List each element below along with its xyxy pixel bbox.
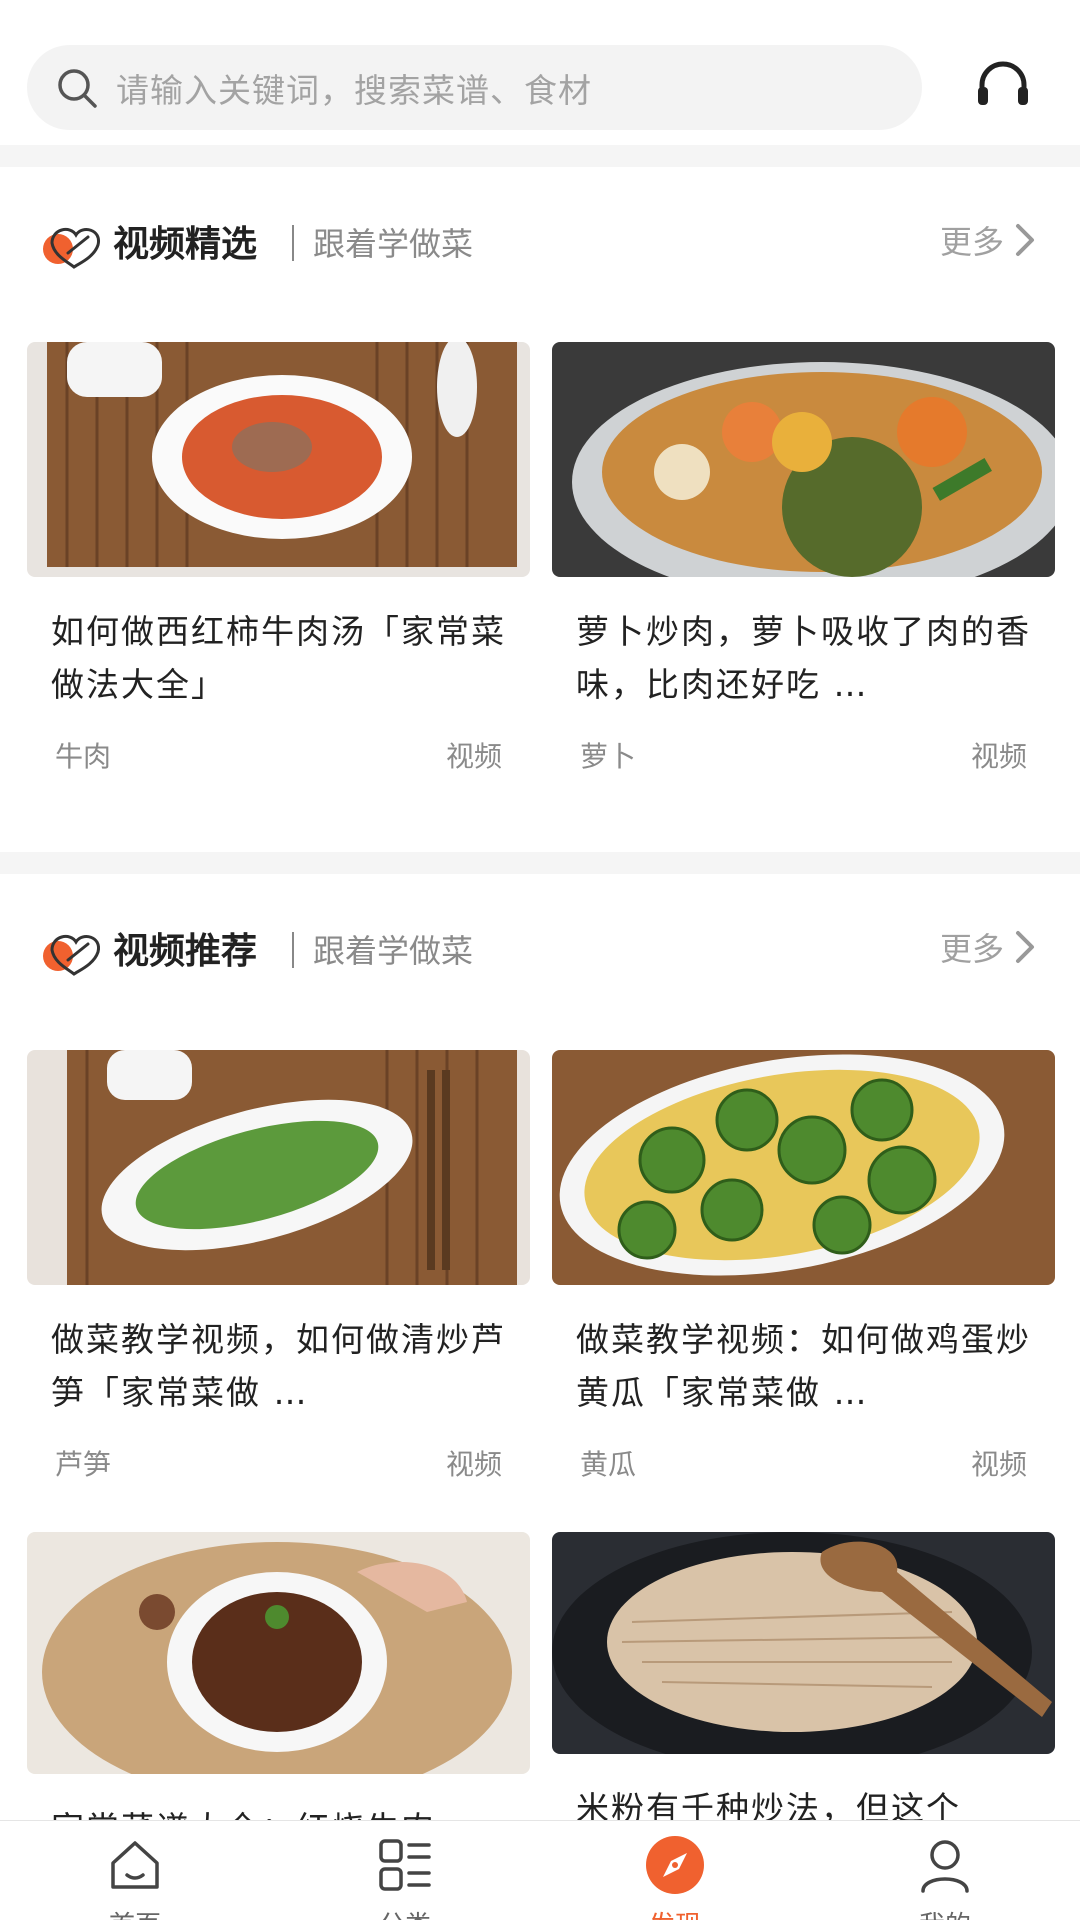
search-icon [58,68,97,108]
nav-home[interactable]: 首页 [35,1821,235,1920]
recipe-thumbnail [27,1532,530,1774]
search-input[interactable]: 请输入关键词，搜索菜谱、食材 [27,45,922,130]
recipe-title: 如何做西红柿牛肉汤「家常菜做法大全」 [51,612,506,704]
video-logo-icon [43,934,100,976]
section-title: 视频推荐 [113,931,258,972]
category-icon [379,1839,431,1891]
home-icon [111,1841,159,1889]
section-subtitle: 跟着学做菜 [313,225,474,263]
profile-icon [921,1840,969,1893]
recipe-meta: 牛肉 视频 [27,735,530,775]
section-separator [292,932,294,968]
recipe-tag: 芦笋 [55,1448,112,1481]
recipe-type: 视频 [970,740,1027,773]
search-placeholder: 请输入关键词，搜索菜谱、食材 [116,70,592,110]
nav-category[interactable]: 分类 [305,1821,505,1920]
nav-profile[interactable]: 我的 [845,1821,1045,1920]
section-header-recommended: 视频推荐 跟着学做菜 更多 [0,910,1080,990]
search-header: 请输入关键词，搜索菜谱、食材 [0,0,1080,145]
recipe-thumbnail [552,1532,1055,1754]
recipe-title: 做菜教学视频，如何做清炒芦笋「家常菜做 … [51,1320,506,1412]
more-label: 更多 [939,223,1004,261]
bottom-navigation: 首页 分类 发现 我的 [0,1820,1080,1920]
recipe-card[interactable]: 做菜教学视频：如何做鸡蛋炒黄瓜「家常菜做 … 黄瓜 视频 [552,1050,1055,1483]
recipe-card[interactable]: 做菜教学视频，如何做清炒芦笋「家常菜做 … 芦笋 视频 [27,1050,530,1483]
recipe-title: 做菜教学视频：如何做鸡蛋炒黄瓜「家常菜做 … [576,1320,1031,1412]
recipe-tag: 萝卜 [580,740,637,773]
chevron-right-icon [1016,931,1034,963]
compass-icon [646,1836,704,1894]
recipe-thumbnail [27,342,530,577]
recipe-type: 视频 [445,1448,502,1481]
divider [0,852,1080,874]
recipe-tag: 牛肉 [55,740,112,773]
recipe-card[interactable]: 萝卜炒肉，萝卜吸收了肉的香味，比肉还好吃 … 萝卜 视频 [552,342,1055,775]
recipe-card[interactable]: 如何做西红柿牛肉汤「家常菜做法大全」 牛肉 视频 [27,342,530,775]
video-logo-icon [43,227,100,269]
nav-label: 首页 [35,1905,235,1920]
section-separator [292,225,294,261]
recipe-meta: 黄瓜 视频 [552,1443,1055,1483]
recipe-thumbnail [27,1050,530,1285]
more-button[interactable]: 更多 [940,217,1040,263]
customer-service-icon[interactable] [970,55,1036,121]
chevron-right-icon [1016,224,1034,256]
nav-label: 发现 [575,1905,775,1920]
divider [0,145,1080,167]
recipe-tag: 黄瓜 [580,1448,637,1481]
nav-discover[interactable]: 发现 [575,1821,775,1920]
section-subtitle: 跟着学做菜 [313,932,474,970]
section-title: 视频精选 [113,224,258,265]
nav-label: 分类 [305,1905,505,1920]
nav-label: 我的 [845,1905,1045,1920]
recipe-title: 萝卜炒肉，萝卜吸收了肉的香味，比肉还好吃 … [576,612,1031,704]
section-header-featured: 视频精选 跟着学做菜 更多 [0,203,1080,283]
discover-page: 请输入关键词，搜索菜谱、食材 视频精选 跟着学做菜 更多 如何做西红柿牛肉汤「家… [0,0,1080,1920]
recipe-thumbnail [552,1050,1055,1285]
more-label: 更多 [939,930,1004,968]
recipe-type: 视频 [445,740,502,773]
recipe-thumbnail [552,342,1055,577]
recipe-meta: 萝卜 视频 [552,735,1055,775]
more-button[interactable]: 更多 [940,924,1040,970]
recipe-type: 视频 [970,1448,1027,1481]
recipe-meta: 芦笋 视频 [27,1443,530,1483]
